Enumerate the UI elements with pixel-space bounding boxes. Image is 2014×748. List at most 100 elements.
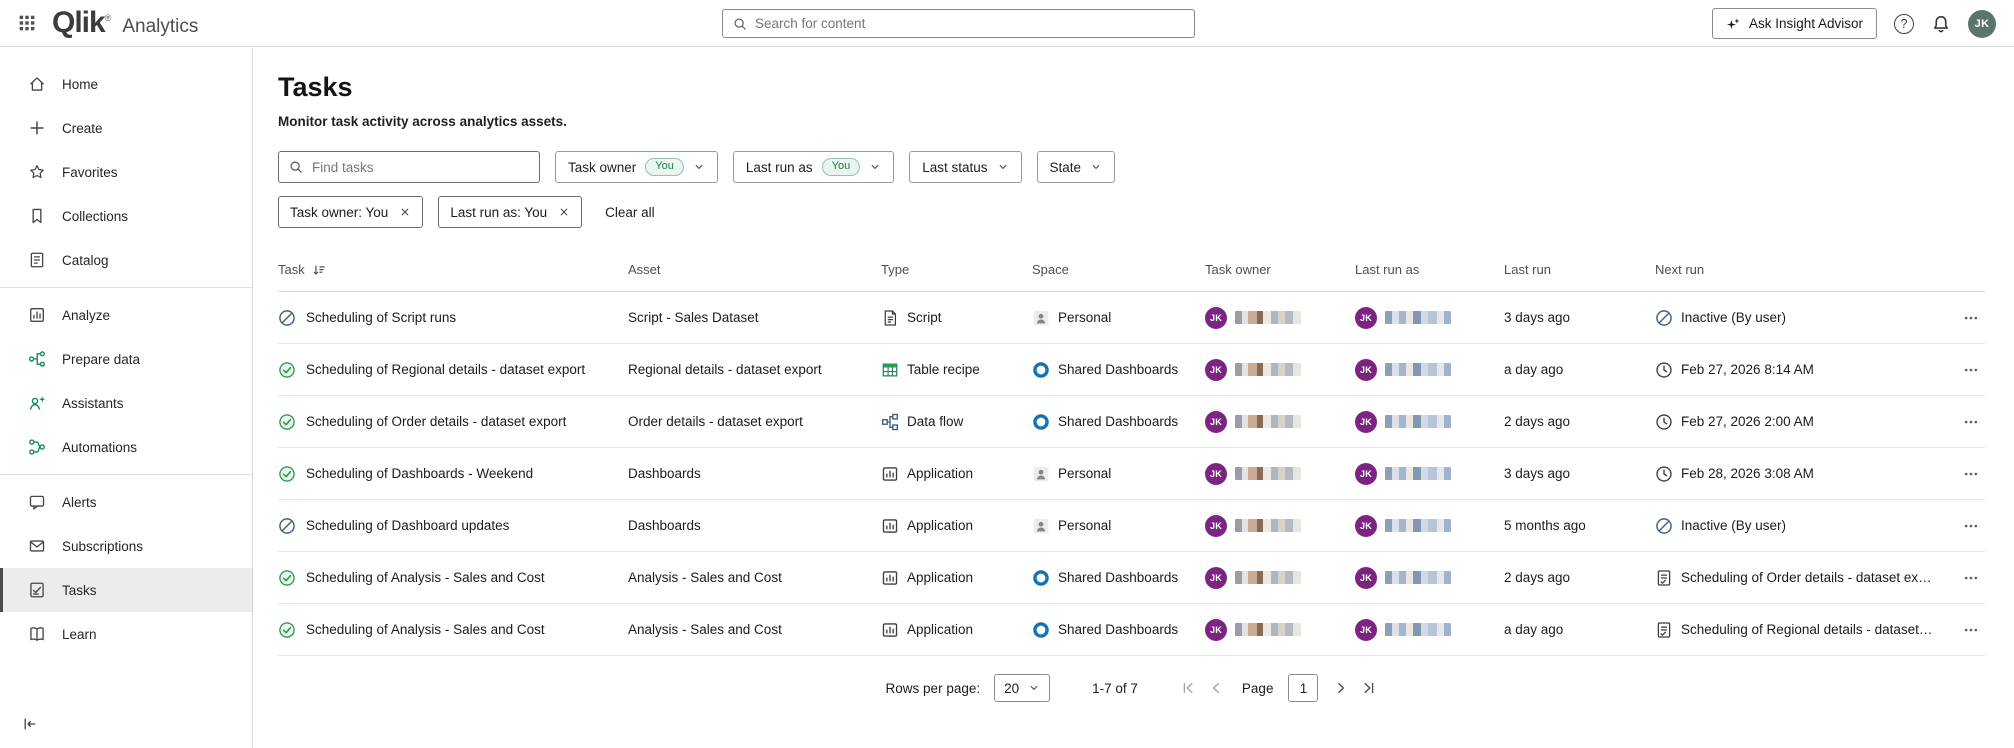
filter-chip-last-run-as[interactable]: Last run as: You — [438, 196, 582, 228]
sidebar-item-label: Tasks — [62, 583, 97, 598]
catalog-icon — [28, 251, 46, 269]
clock-icon — [1655, 361, 1673, 379]
sidebar-item-collections[interactable]: Collections — [0, 194, 252, 238]
table-row[interactable]: Scheduling of Order details - dataset ex… — [278, 396, 1985, 448]
shared-space-icon — [1032, 569, 1050, 587]
asset-name: Analysis - Sales and Cost — [628, 570, 881, 585]
find-tasks-search[interactable] — [278, 151, 540, 183]
sidebar-item-label: Analyze — [62, 308, 110, 323]
application-icon — [881, 465, 899, 483]
sidebar-item-home[interactable]: Home — [0, 62, 252, 106]
sidebar-item-label: Alerts — [62, 495, 97, 510]
star-icon — [28, 163, 46, 181]
search-icon — [289, 160, 303, 174]
topbar-actions: Ask Insight Advisor ? JK — [1712, 0, 1996, 47]
sidebar-item-learn[interactable]: Learn — [0, 612, 252, 656]
last-run-as-avatar: JK — [1355, 359, 1377, 381]
state-filter-dropdown[interactable]: State — [1037, 151, 1116, 183]
table-row[interactable]: Scheduling of Analysis - Sales and Cost … — [278, 604, 1985, 656]
next-page-button[interactable] — [1333, 680, 1349, 696]
rows-per-page-label: Rows per page: — [886, 681, 981, 696]
last-run-as-avatar: JK — [1355, 463, 1377, 485]
personal-space-icon — [1032, 465, 1050, 483]
last-run-as-avatar: JK — [1355, 411, 1377, 433]
previous-page-button[interactable] — [1208, 680, 1224, 696]
task-owner-filter-dropdown[interactable]: Task owner You — [555, 151, 718, 183]
rows-per-page-select[interactable]: 20 — [994, 674, 1050, 702]
clock-icon — [1655, 465, 1673, 483]
sidebar-item-automations[interactable]: Automations — [0, 425, 252, 469]
last-run-as-avatar: JK — [1355, 619, 1377, 641]
find-tasks-input[interactable] — [312, 160, 529, 175]
row-actions-menu-icon[interactable] — [1963, 414, 1979, 430]
bookmark-icon — [28, 207, 46, 225]
owner-name-redacted — [1235, 571, 1301, 584]
close-icon[interactable] — [558, 206, 570, 218]
status-ok-icon — [278, 465, 296, 483]
last-run-as-filter-dropdown[interactable]: Last run as You — [733, 151, 894, 183]
global-search[interactable] — [722, 9, 1195, 38]
last-status-filter-dropdown[interactable]: Last status — [909, 151, 1021, 183]
sidebar-item-prepare-data[interactable]: Prepare data — [0, 337, 252, 381]
filter-chip-task-owner[interactable]: Task owner: You — [278, 196, 423, 228]
sidebar-item-label: Assistants — [62, 396, 124, 411]
tasklist-icon — [28, 581, 46, 599]
column-header-next-run[interactable]: Next run — [1655, 262, 1948, 277]
status-inactive-icon — [278, 517, 296, 535]
active-filters-row: Task owner: You Last run as: You Clear a… — [278, 196, 1986, 228]
table-row[interactable]: Scheduling of Regional details - dataset… — [278, 344, 1985, 396]
page-title: Tasks — [278, 72, 1986, 103]
notifications-bell-icon[interactable] — [1931, 14, 1951, 34]
sidebar-item-assistants[interactable]: Assistants — [0, 381, 252, 425]
owner-name-redacted — [1235, 519, 1301, 532]
task-name: Scheduling of Dashboards - Weekend — [306, 466, 533, 481]
application-icon — [881, 621, 899, 639]
sidebar-item-analyze[interactable]: Analyze — [0, 293, 252, 337]
sidebar-item-alerts[interactable]: Alerts — [0, 480, 252, 524]
owner-name-redacted — [1235, 311, 1301, 324]
global-search-input[interactable] — [755, 16, 1184, 31]
sparkle-icon — [1726, 17, 1740, 31]
last-run-value: 5 months ago — [1504, 518, 1655, 533]
page-number-input[interactable] — [1288, 674, 1318, 702]
column-header-space[interactable]: Space — [1032, 262, 1205, 277]
first-page-button[interactable] — [1180, 680, 1196, 696]
chevron-down-icon — [869, 161, 881, 173]
table-row[interactable]: Scheduling of Analysis - Sales and Cost … — [278, 552, 1985, 604]
close-icon[interactable] — [399, 206, 411, 218]
sidebar-item-label: Favorites — [62, 165, 118, 180]
sidebar-item-favorites[interactable]: Favorites — [0, 150, 252, 194]
collapse-sidebar-button[interactable] — [22, 716, 38, 732]
column-header-last-run[interactable]: Last run — [1504, 262, 1655, 277]
column-header-task[interactable]: Task — [278, 262, 628, 277]
row-actions-menu-icon[interactable] — [1963, 310, 1979, 326]
sidebar-item-tasks[interactable]: Tasks — [0, 568, 252, 612]
table-row[interactable]: Scheduling of Dashboard updates Dashboar… — [278, 500, 1985, 552]
clear-all-button[interactable]: Clear all — [605, 205, 655, 220]
app-launcher-grid-icon[interactable] — [18, 14, 36, 32]
row-actions-menu-icon[interactable] — [1963, 518, 1979, 534]
column-header-task-owner[interactable]: Task owner — [1205, 262, 1355, 277]
row-actions-menu-icon[interactable] — [1963, 622, 1979, 638]
task-name: Scheduling of Analysis - Sales and Cost — [306, 570, 545, 585]
sidebar-item-create[interactable]: Create — [0, 106, 252, 150]
last-run-value: a day ago — [1504, 622, 1655, 637]
automation-icon — [28, 438, 46, 456]
row-actions-menu-icon[interactable] — [1963, 362, 1979, 378]
last-page-button[interactable] — [1361, 680, 1377, 696]
table-row[interactable]: Scheduling of Script runs Script - Sales… — [278, 292, 1985, 344]
help-icon[interactable]: ? — [1894, 14, 1914, 34]
row-actions-menu-icon[interactable] — [1963, 466, 1979, 482]
owner-avatar: JK — [1205, 567, 1227, 589]
sidebar-item-catalog[interactable]: Catalog — [0, 238, 252, 282]
sidebar-item-subscriptions[interactable]: Subscriptions — [0, 524, 252, 568]
column-header-last-run-as[interactable]: Last run as — [1355, 262, 1504, 277]
user-avatar[interactable]: JK — [1968, 10, 1996, 38]
table-row[interactable]: Scheduling of Dashboards - Weekend Dashb… — [278, 448, 1985, 500]
row-actions-menu-icon[interactable] — [1963, 570, 1979, 586]
task-name: Scheduling of Script runs — [306, 310, 456, 325]
column-header-type[interactable]: Type — [881, 262, 1032, 277]
ask-insight-advisor-button[interactable]: Ask Insight Advisor — [1712, 8, 1877, 39]
column-header-asset[interactable]: Asset — [628, 262, 881, 277]
sidebar-item-label: Create — [62, 121, 103, 136]
